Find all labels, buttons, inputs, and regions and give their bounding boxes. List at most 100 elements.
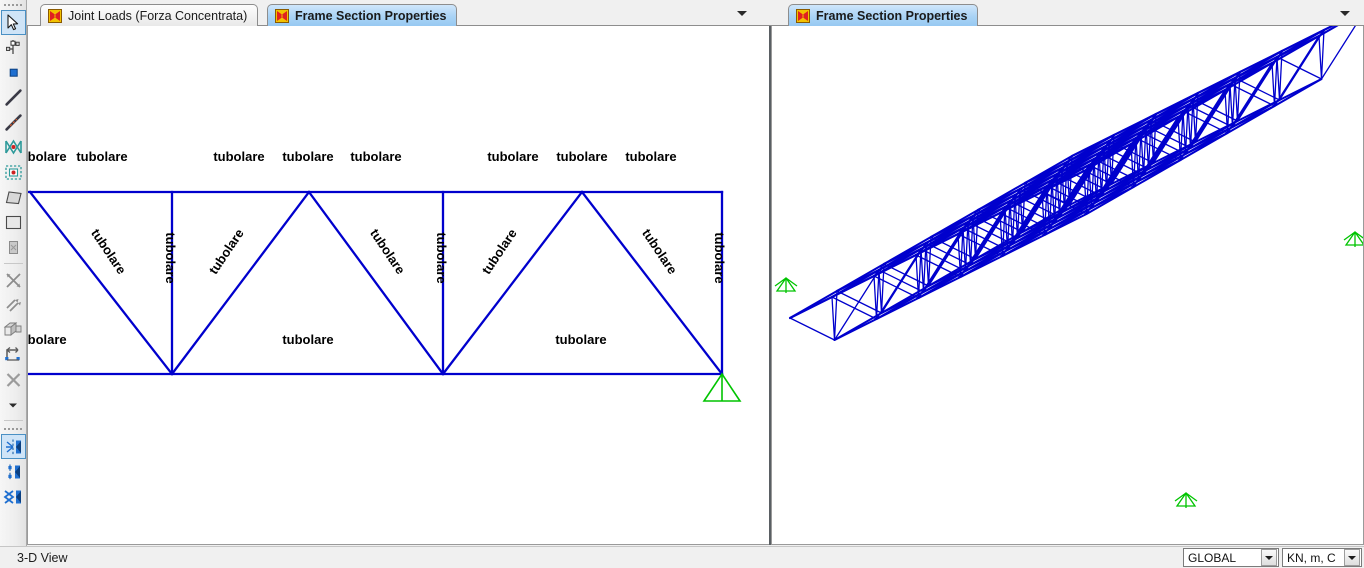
toolbar-separator-1	[3, 263, 23, 264]
status-bar: 3-D View GLOBAL KN, m, C	[0, 546, 1364, 568]
frame-member	[788, 289, 839, 320]
tab-frame-section-properties-right[interactable]: Frame Section Properties	[788, 4, 979, 26]
member-label: tubolare	[639, 226, 680, 277]
move-tool[interactable]	[1, 342, 26, 367]
blue-square-icon	[9, 68, 18, 77]
member-label: tubolare	[487, 149, 538, 164]
draw-point-tool[interactable]	[1, 60, 26, 85]
member-label: tubolare	[434, 232, 449, 283]
space-frame-members	[788, 26, 1356, 341]
chevron-down-icon	[1340, 10, 1350, 16]
sap-model-icon	[48, 8, 62, 23]
pointer-select-tool[interactable]	[0, 10, 26, 35]
toolbar-grip-top[interactable]	[0, 0, 26, 10]
chevron-down-icon	[1265, 555, 1273, 560]
sap2000-model-window: Joint Loads (Forza Concentrata) Frame Se…	[0, 0, 1364, 568]
chevron-down-icon	[737, 10, 747, 16]
draw-frame-cable-tool[interactable]	[1, 110, 26, 135]
frame-member	[1233, 49, 1284, 80]
set-reshape-element-tool[interactable]	[1, 267, 26, 292]
line-icon	[4, 89, 22, 106]
left-panel-tabstrip: Joint Loads (Forza Concentrata) Frame Se…	[27, 0, 771, 26]
member-label: tubolare	[213, 149, 264, 164]
truss-elevation-drawing: tubolare tubolare tubolare tubolare tubolare…	[28, 149, 742, 402]
member-label: tubolare	[555, 332, 606, 347]
member-label: tubolare	[350, 149, 401, 164]
tab-label: Joint Loads (Forza Concentrata)	[68, 8, 248, 23]
member-label: tubolare	[479, 226, 520, 277]
frame-member	[1320, 26, 1356, 80]
frame-member	[875, 291, 925, 320]
coordinate-system-select[interactable]: GLOBAL	[1183, 548, 1279, 567]
frame-member	[789, 317, 836, 341]
coordinate-system-dropdown-button[interactable]	[1261, 549, 1277, 566]
frame-member	[1271, 62, 1276, 107]
frame-member	[1275, 28, 1326, 59]
right-view-pane[interactable]	[771, 26, 1364, 545]
member-label: tubolare	[28, 149, 67, 164]
dashed-line-icon	[4, 114, 22, 131]
tab-frame-section-properties-left[interactable]: Frame Section Properties	[267, 4, 458, 26]
select-joint-tool[interactable]	[1, 35, 26, 60]
member-label: tubolare	[88, 226, 129, 277]
tab-label: Frame Section Properties	[816, 8, 968, 23]
member-label: tubolare	[76, 149, 127, 164]
quad-area-icon	[5, 191, 22, 205]
member-label: tubolare	[712, 232, 727, 283]
tab-label: Frame Section Properties	[295, 8, 447, 23]
extrude-tool[interactable]	[1, 317, 26, 342]
member-label: tubolare	[206, 226, 247, 277]
support-right	[1343, 230, 1363, 247]
frame-member	[873, 275, 878, 320]
more-tools[interactable]	[1, 392, 26, 417]
tab-joint-loads[interactable]: Joint Loads (Forza Concentrata)	[40, 4, 259, 26]
mirror-plane-icon	[5, 439, 21, 454]
frame-member	[833, 312, 883, 341]
mirror-about-point-tool[interactable]	[1, 484, 26, 509]
space-frame-3d-drawing	[774, 26, 1363, 508]
quick-draw-brace-tool[interactable]	[1, 135, 26, 160]
assign-joint-restraint-tool[interactable]	[1, 292, 26, 317]
space-frame-supports	[774, 230, 1363, 508]
draw-section-cut-tool[interactable]	[1, 235, 26, 260]
joint-select-icon	[6, 40, 20, 54]
sap-model-icon	[275, 8, 289, 23]
diagonal-arrows-icon	[5, 298, 21, 312]
quick-area-icon	[4, 165, 22, 180]
extrude-icon	[3, 322, 22, 336]
left-tab-overflow-button[interactable]	[731, 3, 753, 23]
quick-draw-area-tool[interactable]	[1, 160, 26, 185]
status-bar-controls: GLOBAL KN, m, C	[1183, 548, 1362, 567]
clear-selection-tool[interactable]	[1, 367, 26, 392]
left-view-pane[interactable]: tubolare tubolare tubolare tubolare tubolare…	[27, 26, 771, 545]
frame-member	[830, 268, 881, 299]
units-dropdown-button[interactable]	[1344, 549, 1360, 566]
mirror-about-line-tool[interactable]	[1, 459, 26, 484]
right-panel-tabstrip: Frame Section Properties	[771, 0, 1364, 26]
support-left	[774, 276, 798, 293]
frame-member	[1318, 35, 1323, 80]
chevron-down-icon	[1348, 555, 1356, 560]
toolbar-grip-mid[interactable]	[0, 424, 26, 434]
frame-member	[1273, 78, 1323, 107]
draw-frame-tool[interactable]	[1, 85, 26, 110]
mirror-point-icon	[3, 489, 21, 504]
pin-support	[702, 372, 742, 402]
frame-member	[831, 296, 878, 320]
frame-member	[920, 248, 925, 293]
draw-quad-area-tool[interactable]	[1, 185, 26, 210]
units-select[interactable]: KN, m, C	[1282, 548, 1362, 567]
draw-rect-area-tool[interactable]	[1, 210, 26, 235]
member-label: tubolare	[163, 232, 178, 283]
arrow-pointer-icon	[6, 14, 18, 31]
member-label: tubolare	[282, 149, 333, 164]
truss-members	[28, 190, 724, 376]
section-cut-icon	[8, 241, 18, 254]
move-axes-icon	[4, 346, 20, 361]
right-tab-overflow-button[interactable]	[1334, 3, 1356, 23]
member-label: tubolare	[28, 332, 67, 347]
mirror-line-icon	[7, 464, 20, 479]
x-clear-icon	[6, 372, 20, 387]
frame-member	[878, 269, 883, 314]
mirror-about-plane-tool[interactable]	[0, 434, 26, 459]
